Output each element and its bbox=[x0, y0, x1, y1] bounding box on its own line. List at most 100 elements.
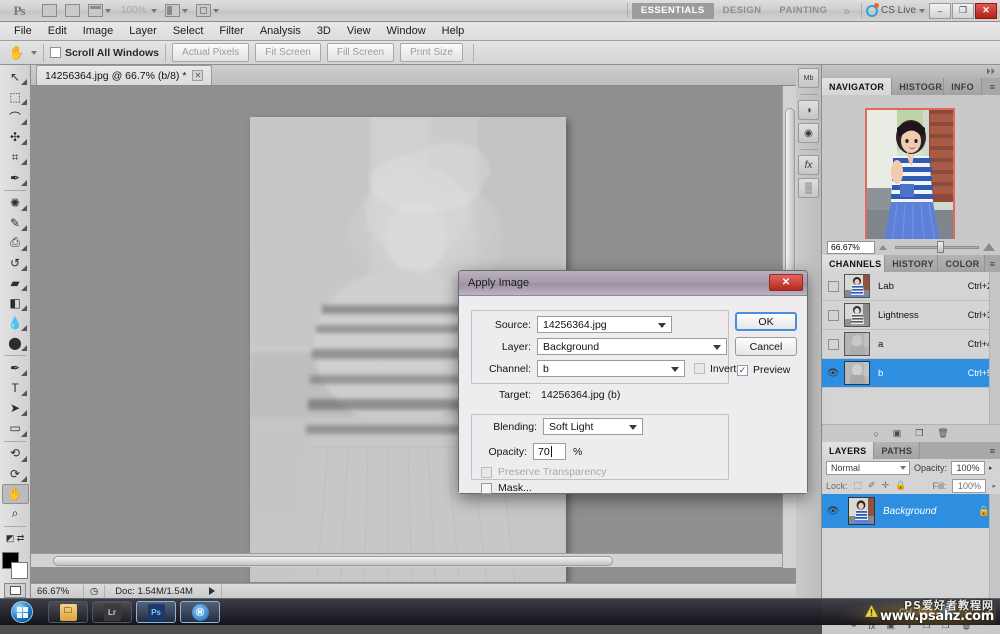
save-selection-icon[interactable]: ▣ bbox=[893, 428, 902, 439]
cancel-button[interactable]: Cancel bbox=[735, 337, 797, 356]
adjustments-icon[interactable]: ◑ bbox=[798, 100, 819, 120]
cs-live-button[interactable]: CS Live bbox=[866, 5, 929, 17]
tab-channels[interactable]: CHANNELS bbox=[822, 255, 885, 272]
menu-image[interactable]: Image bbox=[75, 22, 122, 41]
navigator-thumbnail[interactable] bbox=[865, 108, 955, 248]
workspace-painting[interactable]: PAINTING bbox=[770, 3, 836, 19]
menu-view[interactable]: View bbox=[339, 22, 379, 41]
layer-fill-input[interactable]: 100% bbox=[952, 479, 986, 493]
source-dropdown[interactable]: 14256364.jpg bbox=[537, 316, 672, 333]
layer-dropdown[interactable]: Background bbox=[537, 338, 727, 355]
layer-visibility-toggle[interactable]: 👁 bbox=[822, 497, 844, 526]
gradient-tool[interactable]: ◧ bbox=[2, 293, 29, 313]
lock-all-icon[interactable]: 🔒 bbox=[895, 480, 906, 491]
start-button[interactable] bbox=[0, 600, 44, 625]
blend-mode-dropdown[interactable]: Normal bbox=[826, 461, 910, 475]
type-tool[interactable]: T bbox=[2, 378, 29, 398]
status-menu-arrow-icon[interactable] bbox=[209, 587, 215, 595]
zoom-tool[interactable]: ⌕ bbox=[2, 504, 29, 524]
channels-panel-menu-icon[interactable]: ≡ bbox=[985, 255, 1000, 272]
preserve-transparency-checkbox[interactable] bbox=[481, 467, 492, 478]
close-button[interactable]: ✕ bbox=[975, 3, 997, 19]
view-extras-button[interactable] bbox=[84, 1, 115, 21]
dialog-close-button[interactable]: ✕ bbox=[769, 274, 803, 291]
channels-scrollbar[interactable] bbox=[989, 272, 1000, 424]
path-selection-tool[interactable]: ➤ bbox=[2, 398, 29, 418]
styles-icon[interactable]: fx bbox=[798, 155, 819, 175]
mini-bridge-icon[interactable]: Mb bbox=[798, 68, 819, 88]
channel-visibility-toggle[interactable] bbox=[822, 330, 844, 359]
print-size-button[interactable]: Print Size bbox=[400, 43, 463, 62]
menu-help[interactable]: Help bbox=[434, 22, 473, 41]
invert-checkbox[interactable] bbox=[694, 363, 705, 374]
zoom-out-icon[interactable] bbox=[879, 245, 887, 250]
opacity-stepper-icon[interactable]: ▸ bbox=[989, 464, 993, 472]
hand-tool[interactable]: ✋ bbox=[2, 484, 29, 504]
layer-row-background[interactable]: 👁 Background 🔒 bbox=[822, 494, 1000, 528]
ime-indicator[interactable]: CH bbox=[899, 607, 912, 617]
masks-icon[interactable]: ◉ bbox=[798, 123, 819, 143]
channel-visibility-toggle[interactable] bbox=[822, 301, 844, 330]
channel-row-a[interactable]: a Ctrl+4 bbox=[822, 330, 1000, 359]
zoom-level-dropdown[interactable]: 100% bbox=[115, 1, 161, 21]
restore-button[interactable]: ❐ bbox=[952, 3, 974, 19]
menu-window[interactable]: Window bbox=[379, 22, 434, 41]
minimize-button[interactable]: – bbox=[929, 3, 951, 19]
layers-panel-menu-icon[interactable]: ≡ bbox=[985, 442, 1000, 459]
workspace-essentials[interactable]: ESSENTIALS bbox=[632, 3, 714, 19]
current-tool-preset[interactable]: ✋ bbox=[6, 43, 37, 63]
move-tool[interactable]: ↖ bbox=[2, 67, 29, 87]
fill-screen-button[interactable]: Fill Screen bbox=[327, 43, 394, 62]
document-tab[interactable]: 14256364.jpg @ 66.7% (b/8) * ✕ bbox=[36, 65, 212, 85]
eraser-tool[interactable]: ▰ bbox=[2, 273, 29, 293]
status-preview-icon[interactable]: ◷ bbox=[84, 586, 104, 597]
background-color-swatch[interactable] bbox=[11, 562, 28, 579]
color-swatches[interactable] bbox=[0, 552, 30, 579]
history-brush-tool[interactable]: ↺ bbox=[2, 253, 29, 273]
menu-select[interactable]: Select bbox=[165, 22, 212, 41]
network-icon[interactable]: ↑↓ bbox=[961, 605, 975, 619]
lock-position-icon[interactable]: ✛ bbox=[882, 480, 890, 491]
workspace-design[interactable]: DESIGN bbox=[714, 3, 771, 19]
menu-edit[interactable]: Edit bbox=[40, 22, 75, 41]
slider-knob[interactable] bbox=[937, 241, 944, 253]
show-hidden-icons-icon[interactable]: ▲ bbox=[982, 605, 996, 619]
status-zoom-value[interactable]: 66.67% bbox=[31, 586, 83, 597]
keyboard-icon[interactable]: ⌨ bbox=[919, 605, 933, 619]
blending-dropdown[interactable]: Soft Light bbox=[543, 418, 643, 435]
actual-pixels-button[interactable]: Actual Pixels bbox=[172, 43, 249, 62]
opacity-input[interactable]: 70 bbox=[533, 443, 566, 460]
mini-bridge-button[interactable] bbox=[61, 1, 84, 21]
clone-stamp-tool[interactable]: ⎙ bbox=[2, 233, 29, 253]
menu-analysis[interactable]: Analysis bbox=[252, 22, 309, 41]
menu-file[interactable]: File bbox=[6, 22, 40, 41]
dialog-title-bar[interactable]: Apply Image ✕ bbox=[459, 271, 807, 296]
bridge-button[interactable] bbox=[38, 1, 61, 21]
navigator-zoom-slider[interactable] bbox=[879, 241, 995, 254]
new-channel-icon[interactable]: ❐ bbox=[915, 428, 923, 439]
quick-selection-tool[interactable]: ✣ bbox=[2, 127, 29, 147]
crop-tool[interactable]: ⌗ bbox=[2, 147, 29, 167]
dodge-tool[interactable]: ⬤ bbox=[2, 333, 29, 353]
spot-healing-brush-tool[interactable]: ✺ bbox=[2, 192, 29, 212]
close-icon[interactable]: ✕ bbox=[192, 70, 203, 81]
3d-rotate-tool[interactable]: ⟲ bbox=[2, 443, 29, 463]
pen-tool[interactable]: ✒ bbox=[2, 358, 29, 378]
lock-transparent-icon[interactable]: ⬚ bbox=[854, 480, 863, 491]
eyedropper-tool[interactable]: ✒ bbox=[2, 167, 29, 187]
default-colors-icon[interactable]: ◩ ⇄ bbox=[2, 529, 29, 549]
ok-button[interactable]: OK bbox=[735, 312, 797, 331]
preview-checkbox[interactable]: ✓ bbox=[737, 365, 748, 376]
channel-dropdown[interactable]: b bbox=[537, 360, 685, 377]
tab-history[interactable]: HISTORY bbox=[885, 255, 938, 272]
scrollbar-thumb[interactable] bbox=[53, 556, 613, 566]
tab-navigator[interactable]: NAVIGATOR bbox=[822, 78, 892, 95]
channel-row-lightness[interactable]: Lightness Ctrl+3 bbox=[822, 301, 1000, 330]
channel-visibility-toggle[interactable] bbox=[822, 272, 844, 301]
quick-mask-toggle[interactable] bbox=[4, 583, 26, 598]
tab-layers[interactable]: LAYERS bbox=[822, 442, 874, 459]
taskbar-other-app-button[interactable]: Ⓜ bbox=[180, 601, 220, 623]
history-icon[interactable]: ▒ bbox=[798, 178, 819, 198]
arrange-documents-button[interactable] bbox=[161, 1, 192, 21]
menu-layer[interactable]: Layer bbox=[121, 22, 165, 41]
